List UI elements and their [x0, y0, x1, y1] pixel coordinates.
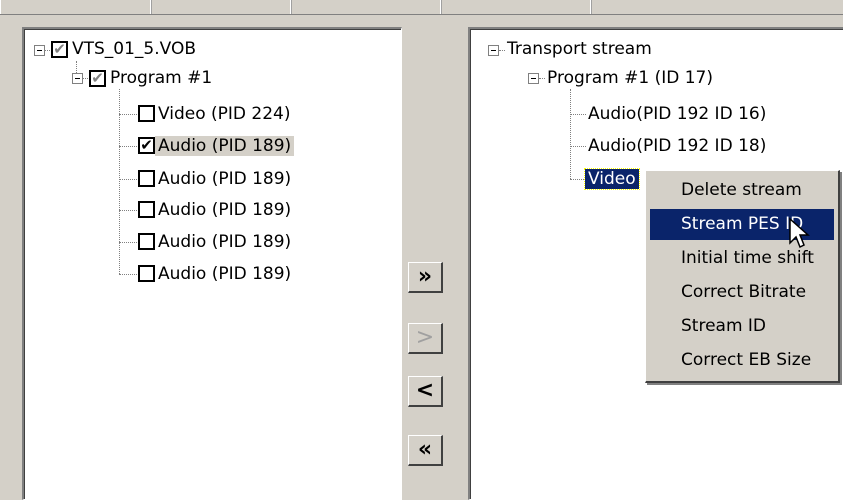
stream-checkbox[interactable]	[138, 233, 155, 250]
stream-label: Audio(PID 192 ID 16)	[588, 104, 767, 124]
header-strip	[0, 0, 843, 15]
stream-checkbox[interactable]	[138, 265, 155, 282]
tree-stream-item[interactable]: Audio (PID 189)	[155, 168, 294, 190]
menu-item-correct-eb-size[interactable]: Correct EB Size	[650, 345, 834, 376]
header-cell	[150, 0, 292, 14]
collapse-root-toggle[interactable]	[488, 45, 499, 56]
tree-line	[570, 146, 586, 148]
program-label-text: Program #1 (ID 17)	[547, 68, 713, 88]
collapse-program-toggle[interactable]	[528, 73, 539, 84]
tree-root-label[interactable]: VTS_01_5.VOB	[69, 38, 199, 60]
remove-all-button[interactable]: «	[408, 435, 443, 466]
tree-stream-item[interactable]: Audio(PID 192 ID 18)	[585, 135, 769, 157]
menu-item-delete-stream[interactable]: Delete stream	[650, 175, 834, 206]
menu-item-stream-id[interactable]: Stream ID	[650, 311, 834, 342]
tree-line	[119, 114, 137, 116]
add-button[interactable]: >	[408, 323, 443, 354]
tree-line	[570, 114, 586, 116]
check-mark-icon: ✔	[53, 40, 66, 58]
tree-line	[570, 179, 586, 181]
tree-line	[83, 78, 88, 80]
tree-line	[119, 210, 137, 212]
tree-line	[570, 89, 572, 179]
root-label-text: Transport stream	[507, 39, 652, 59]
stream-label: Video (PID 224)	[158, 104, 291, 124]
stream-label: Audio (PID 189)	[158, 200, 292, 220]
tree-program-label[interactable]: Program #1	[107, 67, 215, 89]
tree-line	[119, 274, 137, 276]
stream-label: Video	[584, 168, 640, 190]
mouse-pointer-icon	[789, 217, 810, 249]
header-cell	[290, 0, 442, 14]
tree-stream-item[interactable]: Video (PID 224)	[155, 103, 294, 125]
tree-root-label[interactable]: Transport stream	[504, 38, 655, 60]
header-cell	[440, 0, 592, 14]
tree-stream-item[interactable]: Audio (PID 189)	[155, 263, 294, 285]
stream-checkbox[interactable]: ✔	[138, 137, 155, 154]
tree-stream-item-selected[interactable]: Video	[584, 168, 640, 190]
stream-label: Audio (PID 189)	[158, 264, 292, 284]
tree-stream-item[interactable]: Audio (PID 189)	[155, 199, 294, 221]
add-all-button[interactable]: »	[408, 262, 443, 293]
stream-checkbox[interactable]	[138, 201, 155, 218]
root-label-text: VTS_01_5.VOB	[72, 39, 197, 59]
stream-label: Audio (PID 189)	[155, 136, 295, 156]
tree-stream-item[interactable]: Audio (PID 189)	[155, 231, 294, 253]
context-menu: Delete stream Stream PES ID Initial time…	[645, 170, 840, 383]
header-cell	[590, 0, 843, 14]
stream-label: Audio (PID 189)	[158, 169, 292, 189]
tree-line	[76, 61, 78, 73]
collapse-root-toggle[interactable]	[34, 45, 45, 56]
tree-stream-item[interactable]: Audio (PID 189)	[155, 135, 295, 157]
remove-button[interactable]: <	[408, 376, 443, 407]
stream-checkbox[interactable]	[138, 170, 155, 187]
tree-line	[45, 50, 50, 52]
program-label-text: Program #1	[110, 68, 213, 88]
tree-line	[119, 179, 137, 181]
source-tree-panel[interactable]: ✔ VTS_01_5.VOB ✔ Program #1 Video (PID 2…	[22, 27, 402, 500]
menu-item-correct-bitrate[interactable]: Correct Bitrate	[650, 277, 834, 308]
check-mark-icon: ✔	[91, 69, 104, 87]
header-cell	[0, 0, 152, 14]
tree-line	[119, 242, 137, 244]
stream-label: Audio (PID 189)	[158, 232, 292, 252]
root-checkbox[interactable]: ✔	[51, 41, 68, 58]
tree-line	[119, 89, 121, 274]
collapse-program-toggle[interactable]	[72, 73, 83, 84]
tree-program-label[interactable]: Program #1 (ID 17)	[544, 67, 716, 89]
stream-label: Audio(PID 192 ID 18)	[588, 136, 767, 156]
check-mark-icon: ✔	[140, 136, 153, 154]
tree-stream-item[interactable]: Audio(PID 192 ID 16)	[585, 103, 769, 125]
stream-checkbox[interactable]	[138, 105, 155, 122]
tree-line	[119, 146, 137, 148]
program-checkbox[interactable]: ✔	[89, 70, 106, 87]
